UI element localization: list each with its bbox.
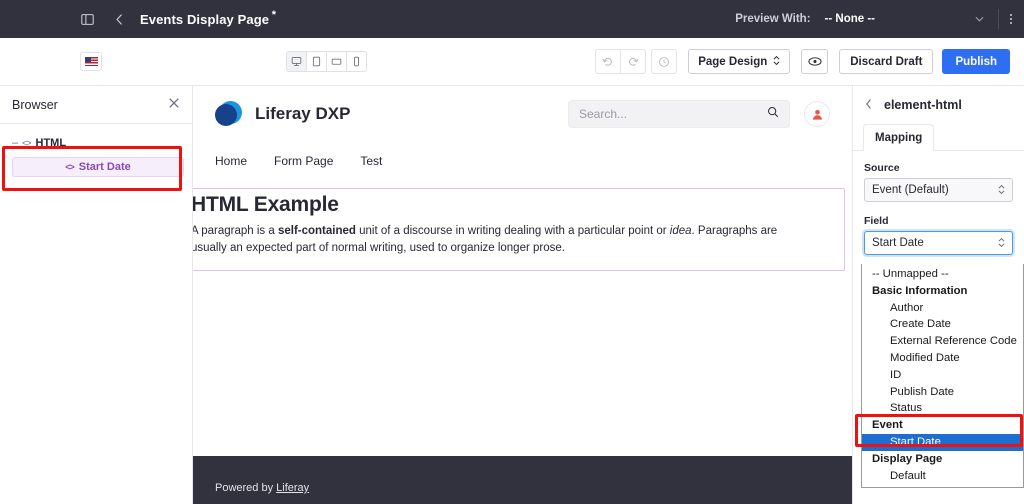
page-canvas: Liferay DXP Search... Home Form Page Tes…: [193, 86, 852, 504]
browser-title: Browser: [12, 97, 58, 112]
tree-item-html[interactable]: – <> HTML: [0, 132, 192, 153]
footer-prefix: Powered by: [215, 482, 277, 494]
dropdown-option[interactable]: Publish Date: [862, 384, 1023, 401]
us-flag-icon[interactable]: [80, 52, 102, 71]
dropdown-group-label: Event: [872, 419, 903, 432]
page-design-button[interactable]: Page Design: [688, 49, 791, 74]
discard-draft-button[interactable]: Discard Draft: [839, 49, 934, 74]
dropdown-option[interactable]: Default: [862, 468, 1023, 485]
dropdown-option[interactable]: Author: [862, 300, 1023, 317]
toolbar-divider: [998, 9, 999, 29]
source-select-value: Event (Default): [872, 184, 949, 196]
page-title: Events Display Page *: [140, 9, 276, 27]
nav-item-home[interactable]: Home: [215, 154, 247, 168]
field-select[interactable]: Start Date: [864, 231, 1013, 255]
footer-text: Powered by Liferay: [215, 482, 309, 494]
tree-item-start-date-label: Start Date: [78, 161, 131, 173]
vertical-ellipsis-icon[interactable]: [1010, 14, 1012, 24]
mapping-panel-header: element-html: [853, 86, 1024, 123]
dropdown-option[interactable]: -- Unmapped --: [862, 266, 1023, 283]
history-group: [595, 49, 647, 74]
preview-eye-button[interactable]: [801, 49, 829, 74]
fragment-paragraph: A paragraph is a self-contained unit of …: [193, 223, 816, 258]
mapping-panel-title: element-html: [884, 97, 962, 112]
redo-icon[interactable]: [620, 49, 647, 74]
html-fragment[interactable]: HTML Example A paragraph is a self-conta…: [193, 188, 845, 271]
publish-label: Publish: [955, 55, 997, 68]
history-clock-icon[interactable]: [651, 49, 678, 74]
device-tablet-portrait-icon[interactable]: [306, 51, 327, 72]
updown-caret-icon: [998, 184, 1005, 197]
nav-item-test[interactable]: Test: [360, 154, 382, 168]
search-input[interactable]: Search...: [568, 100, 790, 128]
device-desktop-icon[interactable]: [286, 51, 307, 72]
tab-mapping[interactable]: Mapping: [863, 124, 935, 151]
unsaved-marker: *: [271, 8, 277, 21]
fragment-tree: – <> HTML <> Start Date: [0, 124, 192, 177]
source-select[interactable]: Event (Default): [864, 178, 1013, 202]
collapse-toggle-icon[interactable]: –: [8, 137, 22, 149]
editor-toolbar: Page Design Discard Draft Publish: [0, 38, 1024, 86]
top-bar-right: Preview With: -- None --: [735, 9, 1024, 29]
toolbar-actions: Page Design Discard Draft Publish: [595, 49, 1010, 74]
close-icon[interactable]: [168, 97, 180, 112]
top-bar: Events Display Page * Preview With: -- No…: [0, 0, 1024, 38]
site-header: Liferay DXP Search...: [193, 86, 852, 142]
dropdown-option[interactable]: ID: [862, 367, 1023, 384]
browser-header: Browser: [0, 86, 192, 124]
device-mobile-icon[interactable]: [346, 51, 367, 72]
discard-draft-label: Discard Draft: [850, 55, 923, 68]
updown-caret-icon: [998, 237, 1005, 250]
nav-item-form-page[interactable]: Form Page: [274, 154, 333, 168]
page-design-label: Page Design: [698, 55, 768, 68]
page-title-text: Events Display Page: [140, 11, 270, 27]
field-label: Field: [864, 215, 889, 227]
user-avatar-icon[interactable]: [804, 101, 830, 127]
tree-item-start-date[interactable]: <> Start Date: [12, 157, 184, 177]
search-placeholder: Search...: [579, 107, 628, 121]
source-label: Source: [864, 162, 900, 174]
undo-icon[interactable]: [595, 49, 622, 74]
field-select-value: Start Date: [872, 237, 924, 249]
site-navigation: Home Form Page Test: [193, 142, 852, 180]
dropdown-option[interactable]: Create Date: [862, 316, 1023, 333]
dropdown-group-label: Display Page: [872, 452, 943, 465]
paragraph-italic: idea: [669, 225, 692, 237]
device-preview-group: [286, 51, 367, 72]
code-brackets-icon: <>: [65, 162, 74, 172]
dropdown-option[interactable]: Status: [862, 400, 1023, 417]
tab-mapping-label: Mapping: [875, 132, 923, 144]
dropdown-option[interactable]: Modified Date: [862, 350, 1023, 367]
site-header-right: Search...: [568, 100, 852, 128]
field-dropdown-list[interactable]: -- Unmapped -- Basic Information Author Cre…: [861, 264, 1024, 489]
paragraph-bold: self-contained: [277, 225, 356, 237]
device-tablet-landscape-icon[interactable]: [326, 51, 347, 72]
footer-liferay-link[interactable]: Liferay: [276, 482, 309, 494]
mapping-tabs: Mapping: [853, 123, 1024, 151]
publish-button[interactable]: Publish: [942, 49, 1010, 74]
fragment-heading: HTML Example: [193, 193, 339, 216]
dropdown-option[interactable]: External Reference Code: [862, 333, 1023, 350]
chevron-left-icon[interactable]: [865, 98, 873, 112]
site-footer: Powered by Liferay: [193, 456, 852, 504]
paragraph-part-2: unit of a discourse in writing dealing w…: [355, 225, 670, 237]
updown-caret-icon: [773, 55, 780, 69]
preview-with-label: Preview With:: [735, 13, 811, 25]
dropdown-group-label: Basic Information: [872, 284, 968, 297]
preview-with-value[interactable]: -- None --: [825, 13, 875, 25]
mapping-form: Source Event (Default) Field Start Date: [853, 151, 1024, 255]
search-icon[interactable]: [767, 105, 779, 123]
browser-panel: Browser – <> HTML <> Start Date: [0, 86, 193, 504]
panel-toggle-icon[interactable]: [74, 6, 100, 32]
code-brackets-icon: <>: [22, 137, 31, 148]
page-editor-window: Events Display Page * Preview With: -- No…: [0, 0, 1024, 504]
liferay-logo-icon: [215, 100, 242, 128]
tree-item-html-label: HTML: [35, 136, 67, 149]
chevron-down-icon[interactable]: [975, 14, 984, 24]
paragraph-part-1: A paragraph is a: [193, 225, 278, 237]
site-name: Liferay DXP: [255, 104, 351, 123]
back-icon[interactable]: [106, 6, 132, 32]
dropdown-option[interactable]: Start Date: [862, 433, 1023, 451]
